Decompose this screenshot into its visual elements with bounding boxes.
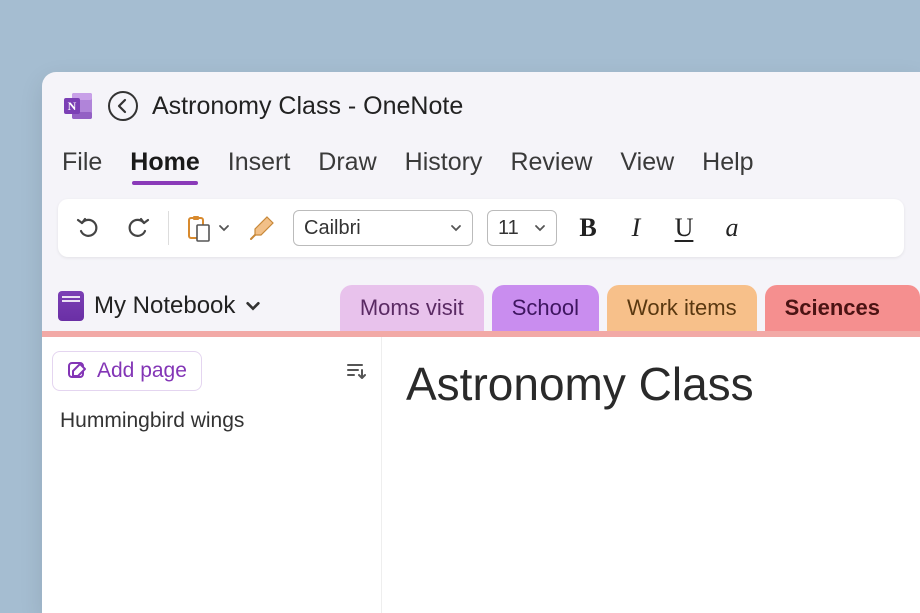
svg-text:N: N [68, 99, 77, 113]
font-size-value: 11 [498, 217, 519, 240]
content-area: Add page Hummingbird wings Astronomy Cla… [42, 337, 920, 613]
ribbon-tab-draw[interactable]: Draw [318, 148, 376, 185]
notebook-name: My Notebook [94, 292, 235, 320]
chevron-down-icon [217, 221, 231, 235]
bold-button[interactable]: B [571, 211, 605, 245]
section-tab-moms-visit[interactable]: Moms visit [340, 285, 484, 331]
ribbon-tab-review[interactable]: Review [510, 148, 592, 185]
chevron-down-icon [245, 298, 261, 314]
undo-button[interactable] [72, 211, 106, 245]
underline-button[interactable]: U [667, 211, 701, 245]
page-title[interactable]: Astronomy Class [406, 357, 896, 411]
title-bar: N Astronomy Class - OneNote [42, 72, 920, 132]
section-tab-sciences[interactable]: Sciences [765, 285, 920, 331]
window-title: Astronomy Class - OneNote [152, 92, 463, 121]
font-size-dropdown[interactable]: 11 [487, 210, 557, 246]
formatting-toolbar: Cailbri 11 B I U a [58, 199, 904, 257]
notebook-icon [58, 291, 84, 321]
chevron-down-icon [534, 222, 546, 234]
redo-button[interactable] [120, 211, 154, 245]
ribbon-tab-help[interactable]: Help [702, 148, 753, 185]
paste-button[interactable] [183, 213, 231, 243]
paintbrush-icon [247, 213, 277, 243]
page-list-panel: Add page Hummingbird wings [42, 337, 382, 613]
italic-button[interactable]: I [619, 211, 653, 245]
ribbon-tab-view[interactable]: View [620, 148, 674, 185]
ribbon-tabs: File Home Insert Draw History Review Vie… [42, 132, 920, 185]
ribbon-tab-insert[interactable]: Insert [228, 148, 291, 185]
notebook-picker[interactable]: My Notebook [58, 291, 261, 331]
add-page-label: Add page [97, 359, 187, 383]
ribbon-tab-file[interactable]: File [62, 148, 102, 185]
redo-icon [123, 214, 151, 242]
compose-icon [67, 361, 87, 381]
add-page-button[interactable]: Add page [52, 351, 202, 391]
page-list-item[interactable]: Hummingbird wings [52, 403, 371, 439]
section-tab-school[interactable]: School [492, 285, 599, 331]
font-family-dropdown[interactable]: Cailbri [293, 210, 473, 246]
notebook-section-row: My Notebook Moms visit School Work items… [42, 279, 920, 331]
format-painter-button[interactable] [245, 211, 279, 245]
toolbar-separator [168, 211, 169, 245]
clipboard-icon [183, 213, 213, 243]
undo-icon [75, 214, 103, 242]
chevron-down-icon [450, 222, 462, 234]
sort-button[interactable] [339, 355, 371, 387]
font-family-value: Cailbri [304, 217, 361, 240]
strikethrough-button[interactable]: a [715, 211, 749, 245]
onenote-app-icon: N [62, 90, 94, 122]
page-list-header: Add page [52, 351, 371, 391]
ribbon-tab-history[interactable]: History [405, 148, 483, 185]
page-canvas[interactable]: Astronomy Class [382, 337, 920, 613]
section-tabs: Moms visit School Work items Sciences [340, 285, 920, 331]
sort-icon [344, 360, 366, 382]
back-button[interactable] [108, 91, 138, 121]
ribbon-tab-home[interactable]: Home [130, 148, 199, 185]
app-window: N Astronomy Class - OneNote File Home In… [42, 72, 920, 613]
section-tab-work-items[interactable]: Work items [607, 285, 757, 331]
arrow-left-icon [115, 98, 131, 114]
